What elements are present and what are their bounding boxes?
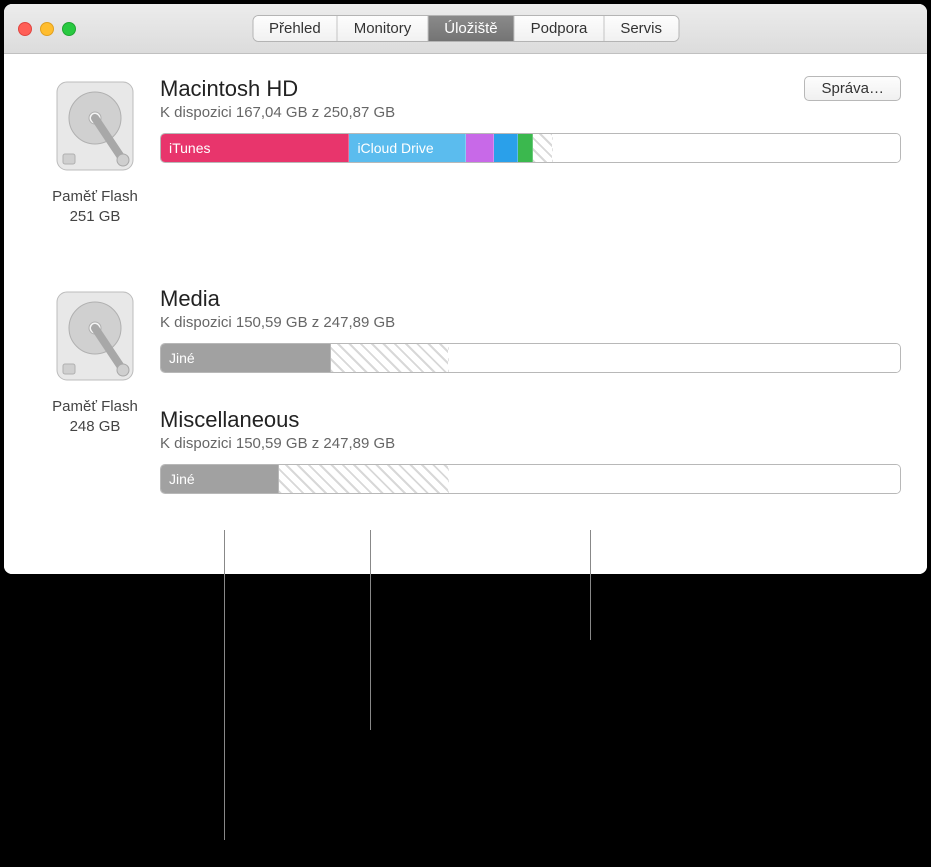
disk-info: Media K dispozici 150,59 GB z 247,89 GB … bbox=[160, 286, 901, 494]
usage-segment: Jiné bbox=[161, 344, 331, 372]
usage-segment bbox=[553, 134, 900, 162]
volume-name: Media bbox=[160, 286, 901, 312]
disk-label: Paměť Flash 251 GB bbox=[30, 187, 160, 226]
storage-pane: Paměť Flash 251 GB Macintosh HD K dispoz… bbox=[4, 54, 927, 574]
disk-icon-column: Paměť Flash 251 GB bbox=[30, 76, 160, 226]
disk-info: Macintosh HD K dispozici 167,04 GB z 250… bbox=[160, 76, 901, 163]
disk-row: Paměť Flash 248 GB Media K dispozici 150… bbox=[4, 226, 927, 494]
usage-bar: iTunesiCloud Drive bbox=[160, 133, 901, 163]
hard-drive-icon bbox=[45, 76, 145, 176]
usage-segment: iTunes bbox=[161, 134, 349, 162]
disk-size-label: 248 GB bbox=[70, 418, 121, 435]
volume-available: K dispozici 150,59 GB z 247,89 GB bbox=[160, 435, 901, 452]
callout-line bbox=[224, 530, 225, 840]
usage-segment bbox=[518, 134, 533, 162]
usage-segment bbox=[449, 344, 900, 372]
usage-bar: Jiné bbox=[160, 343, 901, 373]
usage-segment: iCloud Drive bbox=[349, 134, 466, 162]
tab-bar: Přehled Monitory Úložiště Podpora Servis bbox=[252, 15, 679, 42]
disk-label: Paměť Flash 248 GB bbox=[30, 397, 160, 436]
tab-support[interactable]: Podpora bbox=[515, 16, 605, 41]
usage-segment bbox=[533, 134, 554, 162]
disk-size-label: 251 GB bbox=[70, 208, 121, 225]
about-this-mac-window: Přehled Monitory Úložiště Podpora Servis… bbox=[4, 4, 927, 574]
volume-block: Miscellaneous K dispozici 150,59 GB z 24… bbox=[160, 407, 901, 494]
usage-segment bbox=[466, 134, 494, 162]
tab-monitors[interactable]: Monitory bbox=[338, 16, 429, 41]
volume-available: K dispozici 167,04 GB z 250,87 GB bbox=[160, 104, 395, 121]
close-icon[interactable] bbox=[18, 22, 32, 36]
window-controls bbox=[18, 22, 76, 36]
usage-segment: Jiné bbox=[161, 465, 279, 493]
tab-overview[interactable]: Přehled bbox=[253, 16, 338, 41]
tab-storage[interactable]: Úložiště bbox=[428, 16, 514, 41]
disk-type-label: Paměť Flash bbox=[52, 398, 138, 415]
volume-name: Macintosh HD bbox=[160, 76, 395, 102]
volume-name: Miscellaneous bbox=[160, 407, 901, 433]
hard-drive-icon bbox=[45, 286, 145, 386]
volume-block: Media K dispozici 150,59 GB z 247,89 GB … bbox=[160, 286, 901, 373]
usage-segment bbox=[279, 465, 449, 493]
minimize-icon[interactable] bbox=[40, 22, 54, 36]
disk-row: Paměť Flash 251 GB Macintosh HD K dispoz… bbox=[4, 54, 927, 226]
usage-segment bbox=[494, 134, 518, 162]
disk-icon-column: Paměť Flash 248 GB bbox=[30, 286, 160, 436]
tab-service[interactable]: Servis bbox=[604, 16, 678, 41]
usage-segment bbox=[331, 344, 449, 372]
manage-button[interactable]: Správa… bbox=[804, 76, 901, 101]
disk-type-label: Paměť Flash bbox=[52, 188, 138, 205]
zoom-icon[interactable] bbox=[62, 22, 76, 36]
titlebar: Přehled Monitory Úložiště Podpora Servis bbox=[4, 4, 927, 54]
usage-segment bbox=[449, 465, 900, 493]
volume-header: Macintosh HD K dispozici 167,04 GB z 250… bbox=[160, 76, 901, 121]
usage-bar: Jiné bbox=[160, 464, 901, 494]
volume-available: K dispozici 150,59 GB z 247,89 GB bbox=[160, 314, 901, 331]
